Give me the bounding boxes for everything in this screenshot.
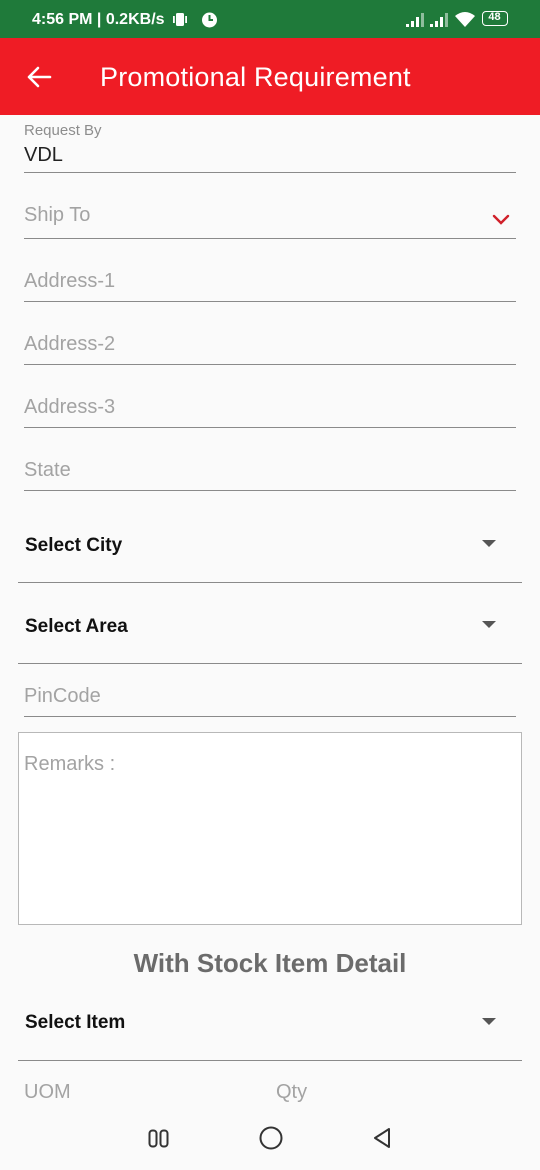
pincode-field[interactable]: PinCode: [24, 673, 516, 717]
remarks-placeholder: Remarks :: [24, 753, 116, 775]
app-notification-icon: [202, 12, 217, 28]
status-bar: 4:56 PM | 0.2KB/s 48: [0, 0, 540, 38]
pincode-placeholder: PinCode: [24, 685, 101, 707]
stock-section-title: With Stock Item Detail: [133, 948, 407, 978]
arrow-left-icon[interactable]: [26, 64, 52, 90]
address-1-placeholder: Address-1: [24, 270, 116, 292]
nav-bar: [0, 1105, 540, 1170]
address-1-field[interactable]: Address-1: [24, 258, 516, 302]
address-2-field[interactable]: Address-2: [24, 321, 516, 365]
signal-icon: [430, 13, 448, 27]
page-title: Promotional Requirement: [100, 62, 411, 92]
item-select[interactable]: Select Item: [18, 989, 522, 1061]
area-select-label: Select Area: [25, 616, 128, 637]
remarks-textarea[interactable]: Remarks :: [18, 732, 522, 925]
column-uom: UOM: [24, 1081, 71, 1103]
dropdown-arrow-icon: [482, 621, 496, 628]
area-select[interactable]: Select Area: [18, 592, 522, 664]
recent-apps-icon[interactable]: [148, 1129, 170, 1149]
dropdown-arrow-icon: [482, 540, 496, 547]
status-time: 4:56 PM | 0.2KB/s: [32, 11, 165, 28]
request-by-field[interactable]: [24, 118, 516, 173]
state-field[interactable]: State: [24, 447, 516, 491]
back-icon[interactable]: [372, 1127, 392, 1149]
home-icon[interactable]: [258, 1125, 284, 1151]
city-select-label: Select City: [25, 535, 123, 556]
state-placeholder: State: [24, 459, 71, 481]
battery-icon: 48: [482, 11, 508, 26]
battery-level: 48: [488, 11, 501, 23]
column-qty: Qty: [276, 1081, 308, 1103]
item-select-label: Select Item: [25, 1012, 126, 1033]
city-select[interactable]: Select City: [18, 510, 522, 583]
address-3-field[interactable]: Address-3: [24, 384, 516, 428]
chevron-down-icon[interactable]: [492, 214, 510, 225]
signal-icon: [406, 13, 424, 27]
vibrate-icon: [173, 13, 187, 26]
dropdown-arrow-icon: [482, 1018, 496, 1025]
app-bar: Promotional Requirement: [0, 38, 540, 115]
address-3-placeholder: Address-3: [24, 396, 116, 418]
address-2-placeholder: Address-2: [24, 333, 116, 355]
wifi-icon: [455, 12, 475, 27]
ship-to-field[interactable]: Ship To: [24, 190, 516, 239]
ship-to-placeholder: Ship To: [24, 204, 91, 226]
